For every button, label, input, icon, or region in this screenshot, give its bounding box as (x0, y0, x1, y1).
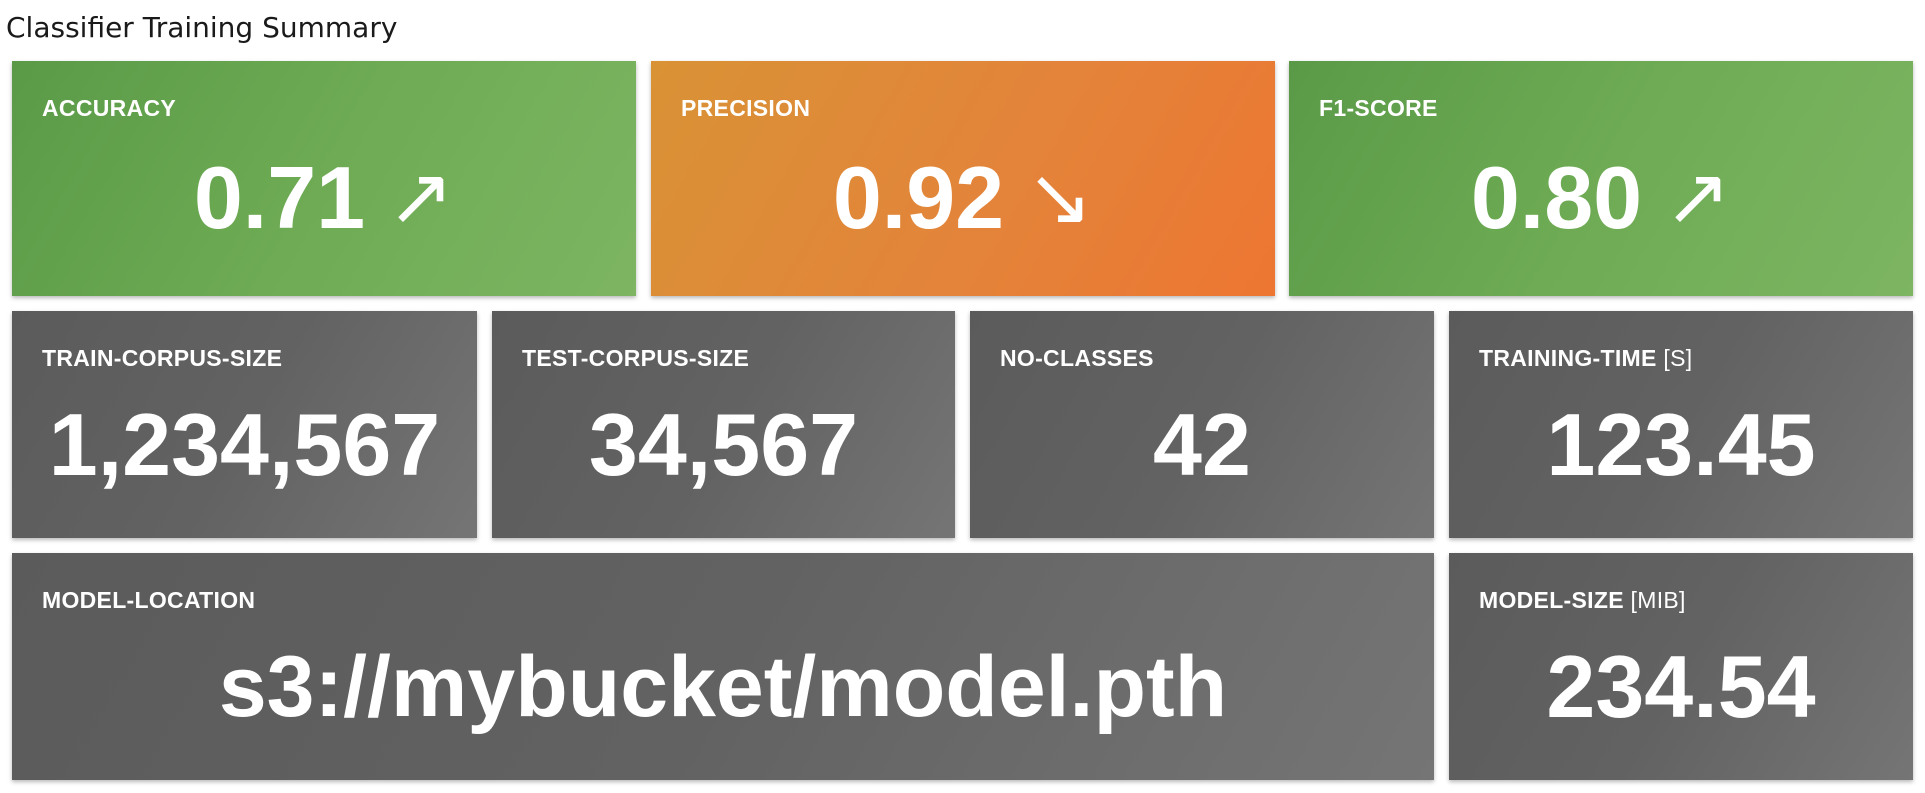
test-corpus-size-tile: TEST-CORPUS-SIZE 34,567 (492, 311, 955, 538)
precision-value-group: 0.92 ↘ (651, 147, 1275, 248)
trend-down-icon: ↘ (1026, 152, 1094, 241)
f1-score-tile: F1-SCORE 0.80 ↗ (1289, 61, 1913, 296)
accuracy-value: 0.71 (193, 148, 366, 247)
no-classes-value: 42 (1153, 395, 1251, 494)
train-corpus-size-value: 1,234,567 (48, 395, 441, 494)
page-title: Classifier Training Summary (6, 11, 398, 44)
training-time-label-text: TRAINING-TIME (1479, 345, 1657, 371)
no-classes-tile: NO-CLASSES 42 (970, 311, 1434, 538)
model-size-unit: [MIB] (1630, 587, 1686, 613)
model-location-label: MODEL-LOCATION (42, 587, 256, 613)
model-location-value: s3://mybucket/model.pth (218, 639, 1228, 735)
f1-score-label: F1-SCORE (1319, 95, 1438, 121)
train-corpus-size-tile: TRAIN-CORPUS-SIZE 1,234,567 (12, 311, 477, 538)
training-time-value: 123.45 (1546, 395, 1816, 494)
precision-label: PRECISION (681, 95, 811, 121)
model-size-value: 234.54 (1546, 637, 1816, 736)
model-location-tile: MODEL-LOCATION s3://mybucket/model.pth (12, 553, 1434, 780)
no-classes-label: NO-CLASSES (1000, 345, 1154, 371)
training-time-label: TRAINING-TIME [S] (1479, 345, 1692, 372)
precision-tile: PRECISION 0.92 ↘ (651, 61, 1275, 296)
model-size-label: MODEL-SIZE [MIB] (1479, 587, 1686, 614)
accuracy-value-group: 0.71 ↗ (12, 147, 636, 248)
trend-up-icon: ↗ (1664, 152, 1732, 241)
precision-value: 0.92 (832, 148, 1005, 247)
trend-up-icon: ↗ (387, 152, 455, 241)
model-size-label-text: MODEL-SIZE (1479, 587, 1624, 613)
accuracy-label: ACCURACY (42, 95, 177, 121)
test-corpus-size-value: 34,567 (588, 395, 859, 494)
accuracy-tile: ACCURACY 0.71 ↗ (12, 61, 636, 296)
train-corpus-size-label: TRAIN-CORPUS-SIZE (42, 345, 283, 371)
f1-score-value: 0.80 (1470, 148, 1643, 247)
model-size-tile: MODEL-SIZE [MIB] 234.54 (1449, 553, 1913, 780)
training-time-tile: TRAINING-TIME [S] 123.45 (1449, 311, 1913, 538)
training-time-unit: [S] (1663, 345, 1693, 371)
f1-score-value-group: 0.80 ↗ (1289, 147, 1913, 248)
test-corpus-size-label: TEST-CORPUS-SIZE (522, 345, 750, 371)
